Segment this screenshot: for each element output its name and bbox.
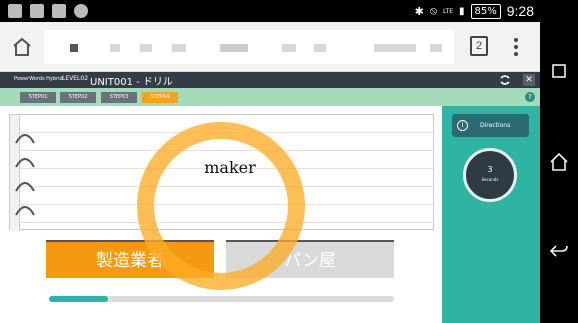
- directions-label: Directions: [480, 122, 511, 129]
- sync-icon: [74, 4, 88, 18]
- battery-indicator: 85%: [470, 3, 501, 19]
- url-blur: [430, 44, 442, 52]
- system-nav-bar: [540, 0, 578, 323]
- directions-button[interactable]: i Directions: [452, 114, 529, 137]
- binder-ring-icon: [15, 182, 35, 192]
- silent-icon: ⦸: [429, 4, 438, 17]
- progress-fill: [49, 296, 108, 302]
- unit-title: UNIT001 - ドリル: [90, 77, 173, 88]
- network-label: LTE: [443, 7, 453, 15]
- url-blur: [220, 44, 248, 52]
- timer-value: 3: [487, 165, 493, 174]
- status-right: ✱ ⦸ LTE ▮ 85% 9:28: [415, 3, 534, 19]
- step-tab[interactable]: STEP01: [20, 92, 56, 103]
- url-blur: [140, 44, 152, 52]
- help-button[interactable]: ?: [525, 92, 535, 102]
- quiz-area: maker 製造業者 パン屋: [0, 106, 442, 323]
- recent-apps-icon[interactable]: [548, 60, 570, 82]
- binder-ring-icon: [15, 206, 35, 216]
- level-label: LEVEL02: [62, 75, 89, 82]
- logo-icon: [500, 75, 510, 85]
- url-blur: [110, 44, 120, 52]
- phone-screen: ✱ ⦸ LTE ▮ 85% 9:28 2 PowerWords Hybrid L…: [0, 0, 540, 323]
- correct-answer-circle: [137, 122, 305, 290]
- notification-icon: [52, 4, 66, 18]
- step-tab[interactable]: STEP03: [101, 92, 137, 103]
- home-icon[interactable]: [10, 35, 34, 59]
- status-bar: ✱ ⦸ LTE ▮ 85% 9:28: [0, 0, 540, 22]
- notification-icon: [30, 4, 44, 18]
- bluetooth-icon: ✱: [414, 4, 424, 18]
- tab-switcher-button[interactable]: 2: [470, 36, 488, 56]
- back-icon[interactable]: [548, 240, 570, 262]
- binder-ring-icon: [15, 134, 35, 144]
- clock: 9:28: [506, 3, 534, 19]
- url-blur: [172, 44, 186, 52]
- progress-bar: [49, 296, 394, 302]
- url-blur: [282, 44, 296, 52]
- browser-toolbar: 2: [0, 22, 540, 72]
- url-blur: [374, 44, 416, 52]
- step-tab-active[interactable]: STEP04: [142, 92, 178, 103]
- info-icon: i: [457, 120, 468, 131]
- sidebar: i Directions 3 Seconds: [442, 106, 540, 323]
- url-bar[interactable]: [44, 30, 454, 64]
- overflow-menu-icon[interactable]: [512, 36, 520, 58]
- countdown-timer: 3 Seconds: [463, 148, 517, 202]
- home-icon[interactable]: [548, 151, 570, 173]
- timer-unit: Seconds: [481, 177, 499, 182]
- close-button[interactable]: ✕: [523, 74, 535, 86]
- app-header: PowerWords Hybrid LEVEL02 UNIT001 - ドリル …: [0, 72, 540, 88]
- url-blur: [314, 44, 326, 52]
- brand-label: PowerWords Hybrid: [14, 76, 63, 82]
- step-tab[interactable]: STEP02: [60, 92, 96, 103]
- steps-bar: STEP01 STEP02 STEP03 STEP04 ?: [0, 88, 540, 106]
- url-blur: [70, 44, 78, 52]
- notification-icon: [8, 4, 22, 18]
- signal-icon: ▮: [459, 5, 465, 17]
